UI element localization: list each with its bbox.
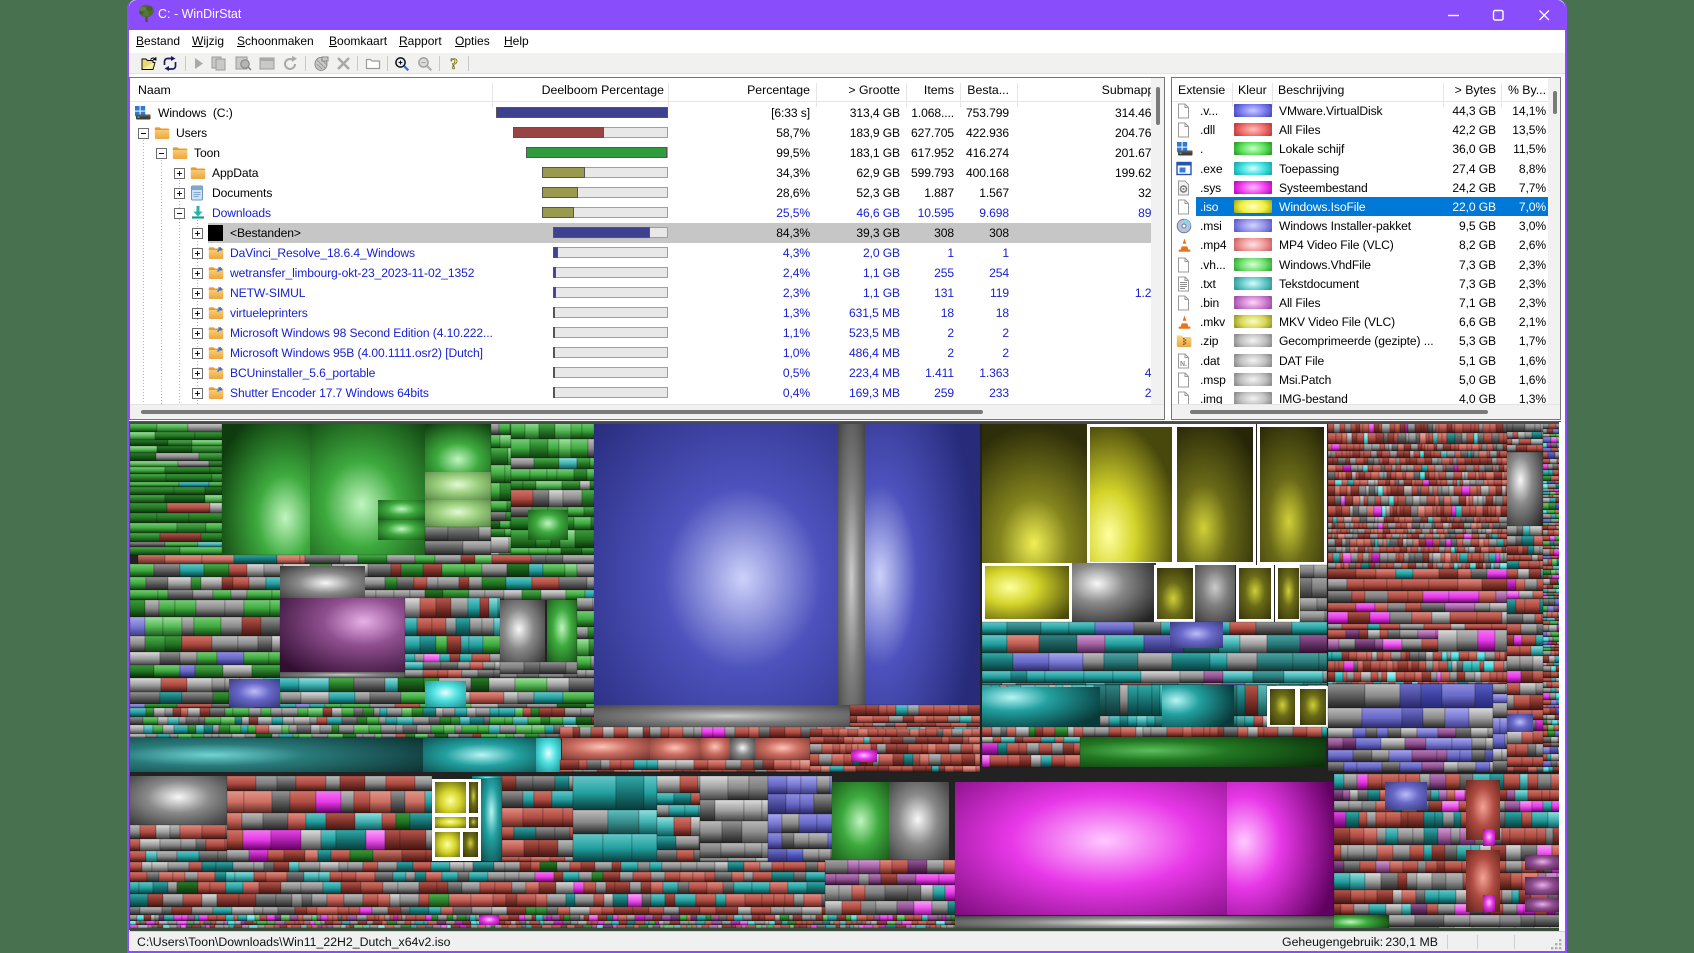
- svg-text:N.: N.: [1180, 361, 1187, 368]
- svg-text:?: ?: [450, 56, 458, 72]
